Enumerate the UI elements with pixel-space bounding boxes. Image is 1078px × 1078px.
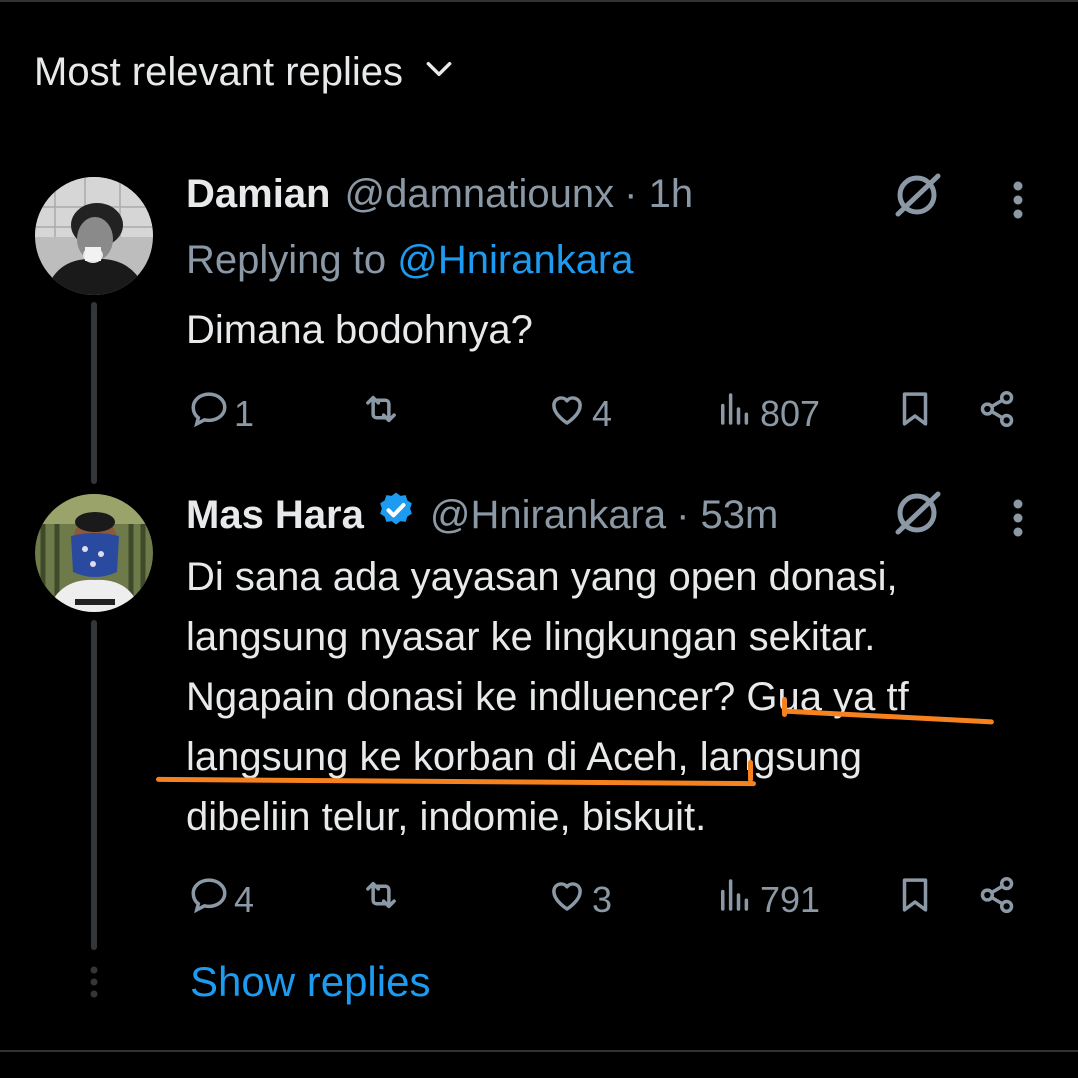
more-icon[interactable] (1012, 180, 1024, 225)
tweet-text: Dimana bodohnya? (186, 300, 1046, 360)
tweet-text: Di sana ada yayasan yang open donasi, la… (186, 547, 1046, 847)
thread-line (91, 620, 97, 950)
highlight-underline-tick (782, 697, 787, 717)
share-button[interactable] (976, 388, 1018, 439)
like-count: 3 (592, 878, 613, 920)
tweet-header: Damian @damnatiounx · 1h (186, 172, 693, 217)
views-count: 807 (760, 392, 821, 434)
retweet-button[interactable] (360, 874, 402, 925)
thread-continuation-dots (88, 966, 100, 1005)
like-count: 4 (592, 392, 613, 434)
bookmark-icon (894, 388, 936, 439)
sort-label: Most relevant replies (34, 50, 404, 94)
like-button[interactable]: 4 (546, 388, 612, 439)
views-button[interactable]: 791 (714, 874, 820, 925)
user-name[interactable]: Mas Hara (186, 493, 364, 538)
like-icon (546, 388, 588, 439)
more-icon[interactable] (1012, 498, 1024, 543)
tweet-header: Mas Hara @Hnirankara · 53m (186, 490, 778, 540)
tweet-text-line: Di sana ada yayasan yang open donasi, (186, 555, 898, 599)
bookmark-button[interactable] (894, 388, 936, 439)
show-replies-link[interactable]: Show replies (190, 958, 430, 1006)
chevron-down-icon (423, 50, 455, 95)
user-name[interactable]: Damian (186, 172, 331, 217)
tweet-text-line: Dimana bodohnya? (186, 308, 533, 352)
like-button[interactable]: 3 (546, 874, 612, 925)
grok-icon[interactable] (890, 168, 944, 227)
bottom-divider (0, 1050, 1078, 1052)
tweet-text-line: langsung nyasar ke lingkungan sekitar. (186, 615, 876, 659)
reply-icon (188, 874, 230, 925)
tweet-time[interactable]: · 53m (676, 493, 778, 538)
share-icon (976, 874, 1018, 925)
reply-icon (188, 388, 230, 439)
grok-icon[interactable] (890, 486, 944, 545)
retweet-icon (360, 874, 402, 925)
replying-prefix: Replying to (186, 238, 387, 282)
views-icon (714, 388, 756, 439)
bookmark-icon (894, 874, 936, 925)
reply-button[interactable]: 4 (188, 874, 254, 925)
highlight-underline-tick (748, 760, 753, 782)
user-handle[interactable]: @Hnirankara (430, 493, 666, 538)
avatar-damian[interactable] (35, 177, 153, 295)
user-handle[interactable]: @damnatiounx (345, 172, 615, 217)
tweet-time[interactable]: · 1h (624, 172, 693, 217)
tweet-text-line: dibeliin telur, indomie, biskuit. (186, 795, 707, 839)
views-button[interactable]: 807 (714, 388, 820, 439)
verified-icon (364, 490, 416, 540)
bookmark-button[interactable] (894, 874, 936, 925)
retweet-icon (360, 388, 402, 439)
share-icon (976, 388, 1018, 439)
reply-button[interactable]: 1 (188, 388, 254, 439)
replying-mention[interactable]: @Hnirankara (397, 238, 633, 282)
thread-line (91, 302, 97, 484)
reply-count: 4 (234, 878, 255, 920)
like-icon (546, 874, 588, 925)
views-icon (714, 874, 756, 925)
reply-count: 1 (234, 392, 255, 434)
replying-to: Replying to @Hnirankara (186, 238, 634, 283)
avatar-mas-hara[interactable] (35, 494, 153, 612)
views-count: 791 (760, 878, 821, 920)
sort-dropdown[interactable]: Most relevant replies (34, 50, 455, 95)
top-divider (0, 0, 1078, 2)
retweet-button[interactable] (360, 388, 402, 439)
share-button[interactable] (976, 874, 1018, 925)
